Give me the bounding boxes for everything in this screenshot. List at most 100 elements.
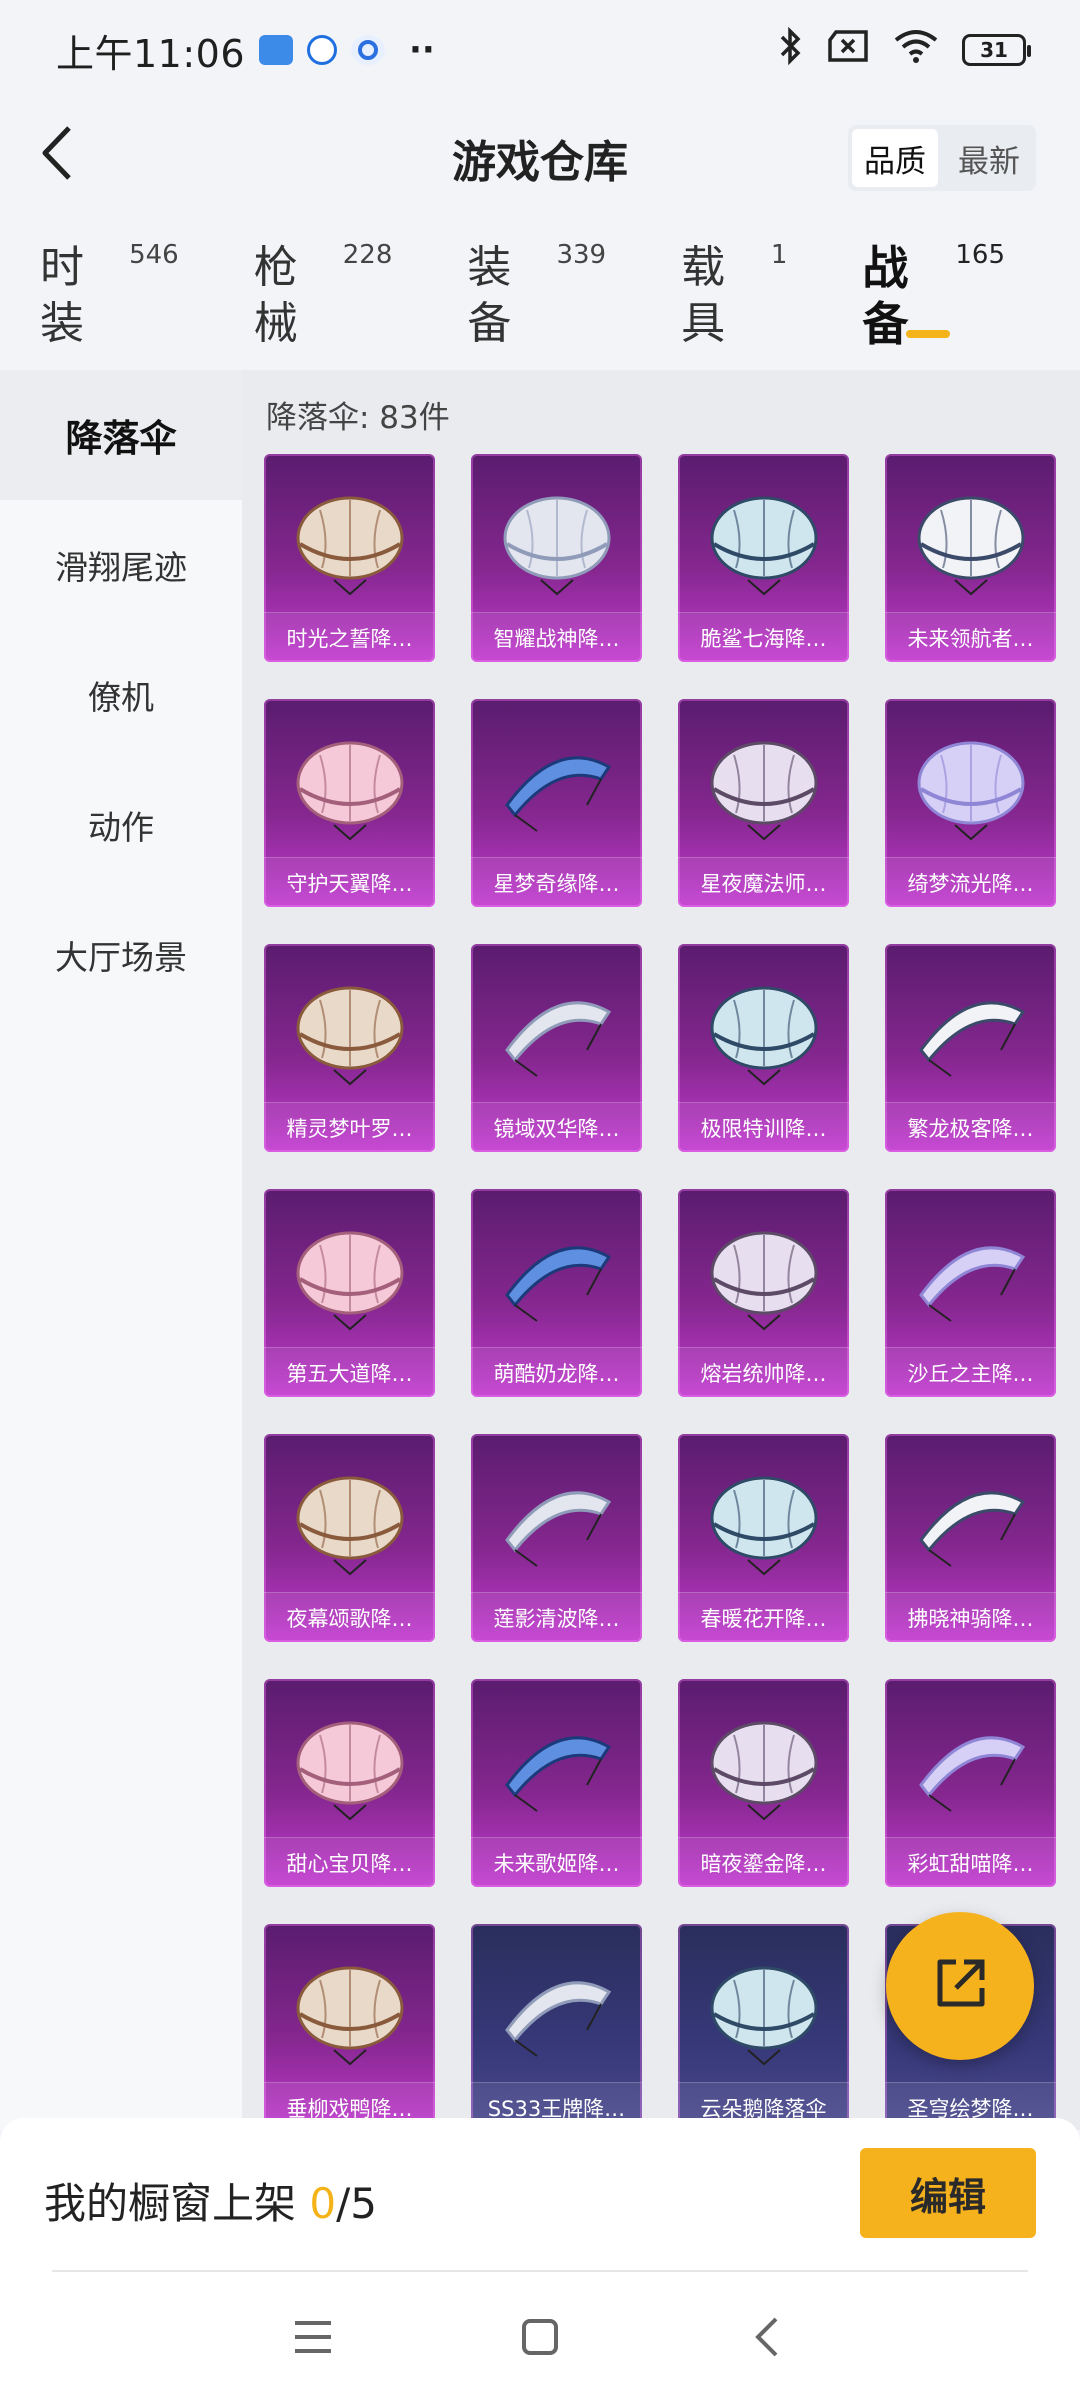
status-right: 31	[778, 26, 1031, 74]
item-card[interactable]: 智耀战神降…	[471, 454, 642, 662]
item-card[interactable]: 镜域双华降…	[471, 944, 642, 1152]
parachute-image	[290, 1462, 410, 1582]
back-nav-button[interactable]	[737, 2309, 797, 2369]
status-bar: 上午11:06 ·· 31	[0, 0, 1080, 100]
tab-count: 339	[556, 240, 607, 270]
sidebar-item-wingman[interactable]: 僚机	[0, 630, 242, 760]
item-card[interactable]: 沙丘之主降…	[885, 1189, 1056, 1397]
item-card[interactable]: 甜心宝贝降…	[264, 1679, 435, 1887]
tab-count: 1	[770, 240, 788, 270]
item-card[interactable]: 萌酷奶龙降…	[471, 1189, 642, 1397]
browser-app-icon	[351, 35, 386, 65]
item-card[interactable]: 绮梦流光降…	[885, 699, 1056, 907]
parachute-image	[290, 1217, 410, 1337]
parachute-image	[704, 482, 824, 602]
item-card[interactable]: 守护天翼降…	[264, 699, 435, 907]
item-card[interactable]: 云朵鹅降落伞	[678, 1924, 849, 2132]
item-card[interactable]: 彩虹甜喵降…	[885, 1679, 1056, 1887]
item-card[interactable]: 精灵梦叶罗…	[264, 944, 435, 1152]
item-card[interactable]: 星夜魔法师…	[678, 699, 849, 907]
active-tab-indicator	[906, 330, 951, 338]
item-name: 极限特训降…	[678, 1102, 849, 1152]
tab-equipment[interactable]: 装备 339	[467, 240, 606, 352]
sidebar-item-parachute[interactable]: 降落伞	[0, 370, 242, 500]
showcase-label: 我的橱窗上架	[44, 2179, 297, 2228]
item-card[interactable]: 脆鲨七海降…	[678, 454, 849, 662]
tab-combat-gear[interactable]: 战备 165	[862, 240, 1005, 352]
tab-vehicles[interactable]: 载具 1	[681, 240, 787, 352]
item-card[interactable]: 未来歌姬降…	[471, 1679, 642, 1887]
tab-count: 165	[955, 240, 1006, 270]
message-app-icon	[259, 35, 294, 65]
item-card[interactable]: 未来领航者…	[885, 454, 1056, 662]
item-card[interactable]: 熔岩统帅降…	[678, 1189, 849, 1397]
item-name: 沙丘之主降…	[885, 1347, 1056, 1397]
map-app-icon	[307, 35, 338, 65]
item-card[interactable]: 莲影清波降…	[471, 1434, 642, 1642]
item-name: 暗夜鎏金降…	[678, 1837, 849, 1887]
parachute-image	[290, 1707, 410, 1827]
item-name: 守护天翼降…	[264, 857, 435, 907]
item-card[interactable]: 春暖花开降…	[678, 1434, 849, 1642]
item-name: 拂晓神骑降…	[885, 1592, 1056, 1642]
bottom-panel: 我的橱窗上架 0/5 编辑	[0, 2118, 1080, 2400]
item-name: 春暖花开降…	[678, 1592, 849, 1642]
item-name: 第五大道降…	[264, 1347, 435, 1397]
page-header: 游戏仓库 品质 最新	[0, 100, 1080, 215]
divider	[52, 2270, 1028, 2272]
parachute-image	[704, 1707, 824, 1827]
sidebar-item-emote[interactable]: 动作	[0, 760, 242, 890]
item-name: 时光之誓降…	[264, 612, 435, 662]
showcase-status: 我的橱窗上架 0/5	[44, 2170, 377, 2231]
tab-label: 时装	[40, 242, 84, 349]
item-name: 夜幕颂歌降…	[264, 1592, 435, 1642]
parachute-image	[497, 1707, 617, 1827]
share-icon	[928, 1952, 992, 2020]
menu-nav-button[interactable]	[283, 2309, 343, 2369]
parachute-image	[290, 482, 410, 602]
item-card[interactable]: 星梦奇缘降…	[471, 699, 642, 907]
share-button[interactable]	[886, 1912, 1034, 2060]
showcase-current: 0	[309, 2179, 337, 2228]
item-name: 未来领航者…	[885, 612, 1056, 662]
wifi-icon	[892, 28, 940, 72]
item-card[interactable]: SS33王牌降…	[471, 1924, 642, 2132]
parachute-image	[497, 972, 617, 1092]
item-card[interactable]: 拂晓神骑降…	[885, 1434, 1056, 1642]
parachute-image	[911, 1217, 1031, 1337]
home-nav-button[interactable]	[510, 2309, 570, 2369]
item-card[interactable]: 暗夜鎏金降…	[678, 1679, 849, 1887]
item-name: 镜域双华降…	[471, 1102, 642, 1152]
sort-quality-button[interactable]: 品质	[852, 129, 938, 187]
tab-label: 载具	[681, 242, 726, 349]
sidebar-item-glide-trail[interactable]: 滑翔尾迹	[0, 500, 242, 630]
item-name: 星梦奇缘降…	[471, 857, 642, 907]
item-name: 脆鲨七海降…	[678, 612, 849, 662]
tab-weapons[interactable]: 枪械 228	[254, 240, 393, 352]
parachute-image	[497, 1462, 617, 1582]
back-button[interactable]	[22, 120, 92, 190]
sidebar-item-lobby-scene[interactable]: 大厅场景	[0, 890, 242, 1020]
parachute-image	[290, 972, 410, 1092]
parachute-image	[704, 1217, 824, 1337]
hamburger-icon	[291, 2317, 335, 2361]
parachute-image	[704, 1952, 824, 2072]
item-card[interactable]: 繁龙极客降…	[885, 944, 1056, 1152]
system-nav-bar	[0, 2278, 1080, 2400]
sort-latest-button[interactable]: 最新	[942, 125, 1036, 191]
tab-label: 装备	[467, 242, 512, 349]
more-notifications-icon: ··	[409, 30, 435, 70]
status-time: 上午11:06	[56, 31, 246, 76]
item-card[interactable]: 夜幕颂歌降…	[264, 1434, 435, 1642]
tab-fashion[interactable]: 时装 546	[40, 240, 179, 352]
parachute-image	[911, 972, 1031, 1092]
item-card[interactable]: 时光之誓降…	[264, 454, 435, 662]
item-card[interactable]: 第五大道降…	[264, 1189, 435, 1397]
item-name: 莲影清波降…	[471, 1592, 642, 1642]
parachute-image	[911, 482, 1031, 602]
section-count: 降落伞: 83件	[266, 400, 450, 436]
item-card[interactable]: 极限特训降…	[678, 944, 849, 1152]
edit-button[interactable]: 编辑	[860, 2148, 1036, 2238]
item-card[interactable]: 垂柳戏鸭降…	[264, 1924, 435, 2132]
chevron-left-icon	[752, 2315, 782, 2363]
